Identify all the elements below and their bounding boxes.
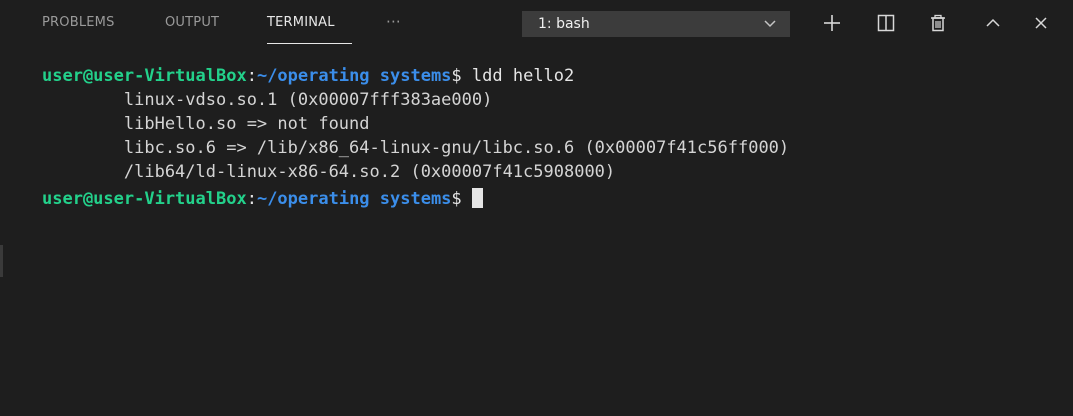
chevron-up-icon bbox=[986, 18, 1000, 27]
tab-output[interactable]: OUTPUT bbox=[165, 15, 219, 30]
active-tab-indicator bbox=[267, 43, 352, 44]
terminal-line-command: user@user-VirtualBox:~/operating systems… bbox=[42, 66, 574, 86]
prompt-user-host: user@user-VirtualBox bbox=[42, 66, 247, 86]
prompt-path: ~/operating systems bbox=[256, 66, 452, 86]
terminal-line: libHello.so => not found bbox=[42, 114, 370, 134]
tab-problems[interactable]: PROBLEMS bbox=[42, 15, 115, 30]
plus-icon bbox=[824, 15, 840, 31]
prompt-dollar: $ bbox=[451, 66, 462, 86]
panel-resize-edge[interactable] bbox=[0, 245, 3, 277]
split-icon bbox=[877, 14, 895, 32]
kill-terminal-button[interactable] bbox=[924, 9, 952, 37]
terminal-output[interactable]: user@user-VirtualBox:~/operating systems… bbox=[0, 52, 1073, 416]
command-text: ldd hello2 bbox=[461, 66, 575, 86]
prompt-colon: : bbox=[246, 66, 257, 86]
prompt-path: ~/operating systems bbox=[256, 189, 452, 209]
terminal-cursor bbox=[471, 188, 483, 208]
prompt-colon: : bbox=[246, 189, 257, 209]
prompt-dollar: $ bbox=[451, 189, 462, 209]
close-icon bbox=[1035, 17, 1047, 29]
terminal-line-prompt: user@user-VirtualBox:~/operating systems… bbox=[42, 188, 483, 209]
trash-icon bbox=[931, 14, 945, 32]
terminal-line: libc.so.6 => /lib/x86_64-linux-gnu/libc.… bbox=[42, 138, 790, 158]
terminal-select[interactable]: 1: bash bbox=[522, 11, 790, 37]
tab-terminal[interactable]: TERMINAL bbox=[267, 15, 335, 30]
close-panel-button[interactable] bbox=[1027, 9, 1055, 37]
terminal-line: linux-vdso.so.1 (0x00007fff383ae000) bbox=[42, 90, 493, 110]
terminal-line: /lib64/ld-linux-x86-64.so.2 (0x00007f41c… bbox=[42, 162, 616, 182]
panel-tab-bar: PROBLEMS OUTPUT TERMINAL ··· 1: bash bbox=[0, 0, 1073, 52]
split-terminal-button[interactable] bbox=[872, 9, 900, 37]
chevron-down-icon bbox=[764, 20, 776, 28]
new-terminal-button[interactable] bbox=[818, 9, 846, 37]
more-tabs-button[interactable]: ··· bbox=[386, 13, 401, 31]
prompt-user-host: user@user-VirtualBox bbox=[42, 189, 247, 209]
maximize-panel-button[interactable] bbox=[979, 9, 1007, 37]
terminal-select-value: 1: bash bbox=[538, 16, 590, 32]
terminal-panel: PROBLEMS OUTPUT TERMINAL ··· 1: bash use… bbox=[0, 0, 1073, 416]
